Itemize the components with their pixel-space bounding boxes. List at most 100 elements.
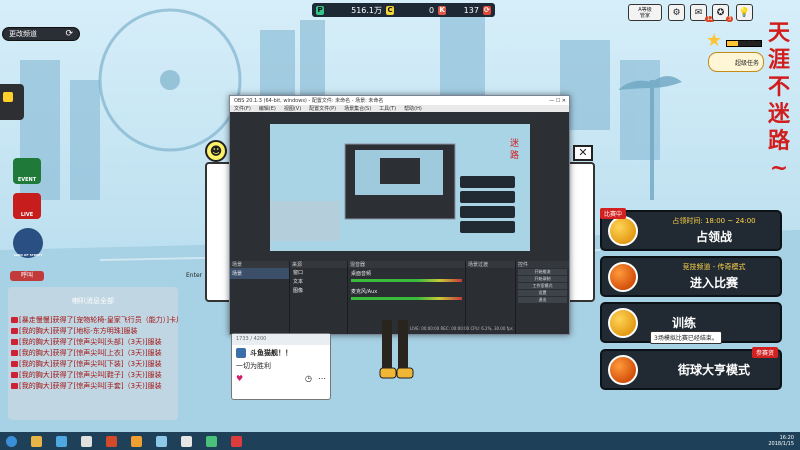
chat-message: [我的胸大]获得了[地标-东方明珠]服装 bbox=[8, 326, 178, 337]
badge-count: 3 bbox=[726, 16, 734, 22]
mode-entry-tag: 参赛资 bbox=[751, 347, 778, 358]
mode-occupy-war-button[interactable]: 占领时间: 18:00 ~ 24:00 占领战 比赛中 bbox=[600, 208, 782, 251]
menu-help[interactable]: 帮助(H) bbox=[404, 105, 422, 112]
app-icon[interactable] bbox=[81, 435, 92, 447]
obs-preview: 迷 路 bbox=[270, 116, 530, 251]
lord-label: LORD OF STREET bbox=[13, 253, 43, 257]
chat-text: [我的胸大]获得了[惊声尖叫[下装]（3天)]服装 bbox=[19, 360, 162, 368]
menu-edit[interactable]: 编辑(E) bbox=[259, 105, 276, 112]
hint-icon[interactable]: 💡 bbox=[736, 4, 753, 21]
speaker-icon bbox=[11, 339, 18, 345]
obs-window[interactable]: OBS 20.1.3 (64-bit, windows) - 配置文件: 未命名… bbox=[229, 95, 570, 335]
obs-status-bar: LIVE: 00:00:00 REC: 00:00:00 CPU: 6.2%, … bbox=[410, 326, 513, 331]
quest-button[interactable]: 超级任务 bbox=[708, 52, 764, 72]
mixer-track-label: 麦克风/Aux bbox=[351, 289, 378, 295]
player-card[interactable]: 1733 / 4200 斗鱼猫舰！！ 一切为胜利 ♥ ◷ ⋯ bbox=[231, 333, 331, 400]
slogan-text: 天涯不迷路 ~ bbox=[767, 20, 790, 181]
mode-tycoon-button[interactable]: 街球大亨模式 参赛资 bbox=[600, 347, 782, 390]
player-character bbox=[379, 320, 414, 379]
bell-button[interactable]: 呼叫 bbox=[10, 271, 44, 281]
chat-message: [我的胸大]获得了[惊声尖叫[鞋子]（3天)]服装 bbox=[8, 370, 178, 381]
chat-text: [我的胸大]获得了[惊声尖叫[手套]（3天)]服装 bbox=[19, 382, 162, 390]
speaker-icon bbox=[11, 372, 18, 378]
training-tooltip: 3场模拟比赛已经结束。 bbox=[650, 331, 722, 344]
menu-profile[interactable]: 配置文件(P) bbox=[309, 105, 336, 112]
points-icon: P bbox=[316, 5, 325, 15]
mode-enter-match-button[interactable]: 竞技频道 - 传奇模式进入比赛 bbox=[600, 256, 782, 297]
mode-tycoon-title: 街球大亨模式 bbox=[677, 363, 750, 377]
source-item[interactable]: 窗口 bbox=[290, 268, 347, 277]
clock-icon[interactable]: ◷ bbox=[305, 374, 312, 383]
mode-enter-title: 进入比赛 bbox=[689, 276, 738, 290]
panel-title: 场景过渡 bbox=[466, 261, 515, 268]
chat-message: [我的胸大]获得了[惊声尖叫[头部]（3天)]服装 bbox=[8, 337, 178, 348]
app-icon[interactable] bbox=[231, 435, 242, 447]
menu-tools[interactable]: 工具(T) bbox=[379, 105, 396, 112]
menu-scene-collection[interactable]: 场景集合(S) bbox=[344, 105, 371, 112]
change-channel-button[interactable]: 更改频道 ⟳ bbox=[2, 27, 80, 41]
obs-title-text: OBS 20.1.3 (64-bit, windows) - 配置文件: 未命名… bbox=[234, 98, 384, 104]
enter-label: Enter bbox=[186, 272, 203, 279]
start-streaming-button[interactable]: 开始推流 bbox=[518, 269, 567, 275]
side-menu-tab[interactable] bbox=[0, 84, 24, 120]
event-icon[interactable]: EVENT bbox=[13, 158, 41, 184]
live-icon[interactable]: LIVE bbox=[13, 193, 41, 219]
channel-label: 更改频道 bbox=[9, 30, 37, 38]
obs-transitions-panel: 场景过渡 bbox=[466, 261, 516, 334]
chat-header: 喇叭消息全部 bbox=[72, 297, 114, 305]
coin-icon: C bbox=[386, 5, 395, 15]
windows-taskbar: 16:20 2018/1/15 bbox=[0, 432, 800, 450]
obs-controls-panel: 控件 开始推流 开始录制 工作室模式 设置 退出 bbox=[516, 261, 569, 334]
svg-text:迷: 迷 bbox=[510, 137, 519, 149]
chat-panel: 喇叭消息全部 [暴走慢慢]获得了[宠物轮椅-皇家飞行员（能力）]卡片 [我的胸大… bbox=[8, 287, 178, 420]
game-icon[interactable] bbox=[131, 435, 142, 447]
source-item[interactable]: 图像 bbox=[290, 286, 347, 295]
event-label: EVENT bbox=[17, 177, 37, 183]
ticket-icon: K bbox=[438, 5, 447, 15]
lord-of-street-icon[interactable]: LORD OF STREET bbox=[13, 228, 43, 258]
menu-view[interactable]: 视图(V) bbox=[284, 105, 301, 112]
app-icon[interactable] bbox=[106, 435, 117, 447]
browser-icon[interactable] bbox=[56, 435, 67, 447]
start-recording-button[interactable]: 开始录制 bbox=[518, 276, 567, 282]
menu-file[interactable]: 文件(F) bbox=[234, 105, 251, 112]
grade-badge[interactable]: A等级 管家 bbox=[628, 4, 662, 21]
obs-sources-panel: 来源 窗口 文本 图像 bbox=[290, 261, 348, 334]
mode-status-tag: 比赛中 bbox=[600, 208, 627, 219]
system-clock[interactable]: 16:20 2018/1/15 bbox=[768, 435, 794, 447]
panel-title: 来源 bbox=[290, 261, 347, 268]
mode-enter-sub: 竞技频道 - 传奇模式 bbox=[682, 263, 746, 271]
start-icon[interactable] bbox=[6, 435, 17, 447]
obs-menubar: 文件(F) 编辑(E) 视图(V) 配置文件(P) 场景集合(S) 工具(T) … bbox=[230, 105, 569, 112]
clock-date: 2018/1/15 bbox=[768, 441, 794, 447]
basketball-icon bbox=[608, 307, 638, 338]
settings-icon[interactable]: ⚙ bbox=[668, 4, 685, 21]
heart-icon[interactable]: ♥ bbox=[236, 374, 243, 383]
scene-item[interactable]: 场景 bbox=[230, 268, 289, 279]
obs-titlebar[interactable]: OBS 20.1.3 (64-bit, windows) - 配置文件: 未命名… bbox=[230, 96, 569, 105]
speaker-icon bbox=[11, 317, 18, 323]
close-icon[interactable]: ✕ bbox=[573, 145, 593, 161]
player-name: 斗鱼猫舰！！ bbox=[250, 349, 292, 357]
folder-icon[interactable] bbox=[31, 435, 42, 447]
window-controls[interactable]: — ☐ ✕ bbox=[549, 98, 569, 104]
exit-button[interactable]: 退出 bbox=[518, 297, 567, 303]
chat-message: [我的胸大]获得了[惊声尖叫[手套]（3天)]服装 bbox=[8, 381, 178, 392]
app-icon[interactable] bbox=[181, 435, 192, 447]
panel-title: 混音器 bbox=[348, 261, 465, 268]
chat-text: [我的胸大]获得了[地标-东方明珠]服装 bbox=[19, 327, 138, 335]
source-item[interactable]: 文本 bbox=[290, 277, 347, 286]
chat-text: [我的胸大]获得了[惊声尖叫[上衣]（3天)]服装 bbox=[19, 349, 162, 357]
settings-button[interactable]: 设置 bbox=[518, 290, 567, 296]
more-icon[interactable]: ⋯ bbox=[318, 374, 326, 383]
preview-game-capture: 迷 路 bbox=[270, 116, 530, 251]
app-icon[interactable] bbox=[156, 435, 167, 447]
mode-training-title: 训练 bbox=[672, 316, 697, 330]
points-value: 516.1万 bbox=[351, 5, 383, 15]
app-icon[interactable] bbox=[206, 435, 217, 447]
mixer-track-label: 桌面音频 bbox=[351, 271, 372, 277]
refresh-icon[interactable]: ⟳ bbox=[482, 5, 492, 15]
currency-bar: P 516.1万 C 0 K 137 ⟳ bbox=[312, 3, 495, 17]
studio-mode-button[interactable]: 工作室模式 bbox=[518, 283, 567, 289]
quest-progress-text: 5/15 bbox=[744, 40, 756, 46]
